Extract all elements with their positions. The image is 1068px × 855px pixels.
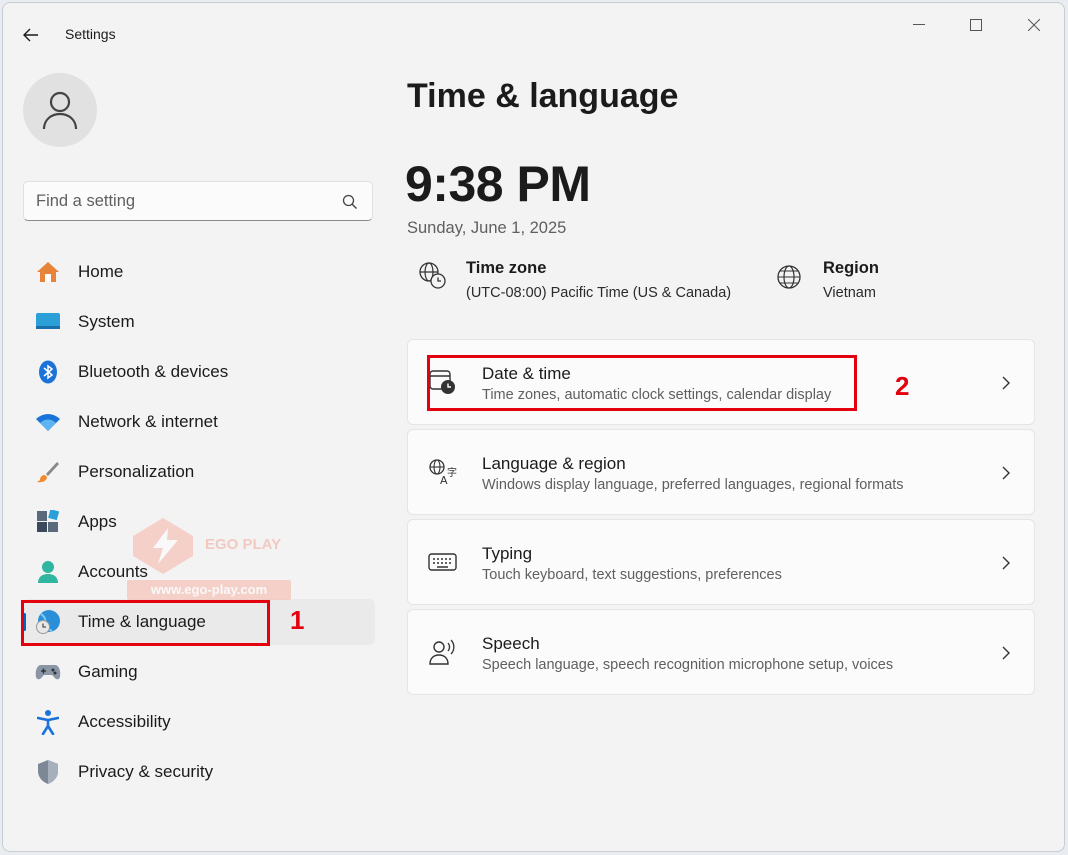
- svg-text:字: 字: [447, 466, 457, 479]
- home-icon: [35, 260, 61, 284]
- title-bar: Settings: [3, 3, 1064, 51]
- sidebar-item-gaming[interactable]: Gaming: [23, 649, 375, 695]
- watermark-logo-icon: [133, 518, 193, 574]
- chevron-right-icon: [1002, 376, 1010, 390]
- globe-clock-icon: [419, 262, 446, 289]
- speech-icon: [429, 639, 455, 665]
- card-subtitle: Touch keyboard, text suggestions, prefer…: [482, 567, 782, 583]
- card-title: Speech: [482, 634, 540, 653]
- region-value: Vietnam: [823, 285, 876, 301]
- watermark-brand: EGO PLAY: [205, 536, 282, 553]
- sidebar-item-label: Personalization: [78, 462, 195, 481]
- chevron-right-icon: [1002, 646, 1010, 660]
- accessibility-icon: [35, 710, 61, 735]
- maximize-icon: [970, 19, 982, 31]
- gamepad-icon: [35, 660, 61, 684]
- language-icon: A 字: [429, 459, 457, 486]
- sidebar-item-accessibility[interactable]: Accessibility: [23, 699, 375, 745]
- annotation-step1: 1: [290, 605, 305, 635]
- sidebar-item-label: Network & internet: [78, 412, 218, 431]
- avatar[interactable]: [23, 73, 97, 147]
- back-arrow-icon: [23, 28, 38, 42]
- search-box[interactable]: [23, 181, 373, 221]
- minimize-icon: [913, 24, 925, 25]
- user-icon: [42, 91, 78, 130]
- time-zone-value: (UTC-08:00) Pacific Time (US & Canada): [466, 285, 732, 301]
- search-icon[interactable]: [342, 194, 358, 210]
- time-zone-title: Time zone: [466, 259, 547, 277]
- sidebar-item-label: Privacy & security: [78, 762, 214, 781]
- close-icon: [1028, 19, 1040, 31]
- globe-icon: [777, 265, 801, 289]
- sidebar-item-bluetooth[interactable]: Bluetooth & devices: [23, 349, 375, 395]
- app-title: Settings: [65, 26, 116, 42]
- apps-icon: [35, 510, 61, 534]
- shield-icon: [35, 760, 61, 784]
- annotation-step2: 2: [895, 371, 910, 401]
- card-speech[interactable]: Speech Speech language, speech recogniti…: [407, 609, 1035, 695]
- sidebar-item-label: Accessibility: [78, 712, 171, 731]
- chevron-right-icon: [1002, 556, 1010, 570]
- sidebar-item-home[interactable]: Home: [23, 249, 375, 295]
- card-typing[interactable]: Typing Touch keyboard, text suggestions,…: [407, 519, 1035, 605]
- wifi-icon: [35, 410, 61, 434]
- sidebar-item-system[interactable]: System: [23, 299, 375, 345]
- search-input[interactable]: [36, 190, 336, 212]
- system-icon: [35, 310, 61, 334]
- chevron-right-icon: [1002, 466, 1010, 480]
- bluetooth-icon: [35, 360, 61, 384]
- brush-icon: [35, 460, 61, 484]
- sidebar-item-label: Home: [78, 262, 124, 281]
- watermark: EGO PLAY www.ego-play.com: [123, 516, 293, 600]
- sidebar-item-label: Bluetooth & devices: [78, 362, 229, 381]
- region-title: Region: [823, 259, 879, 277]
- minimize-button[interactable]: [896, 9, 942, 41]
- close-button[interactable]: [1011, 9, 1057, 41]
- highlight-box-step2: [427, 355, 857, 411]
- card-title: Typing: [482, 544, 533, 563]
- current-date: Sunday, June 1, 2025: [407, 219, 567, 237]
- sidebar-item-privacy[interactable]: Privacy & security: [23, 749, 375, 795]
- settings-window: Settings Home: [2, 2, 1065, 852]
- card-subtitle: Windows display language, preferred lang…: [482, 477, 904, 493]
- maximize-button[interactable]: [953, 9, 999, 41]
- highlight-box-step1: [21, 600, 270, 646]
- page-title: Time & language: [407, 77, 679, 115]
- keyboard-icon: [428, 553, 457, 571]
- watermark-url: www.ego-play.com: [127, 580, 291, 600]
- current-time: 9:38 PM: [405, 156, 591, 212]
- card-title: Language & region: [482, 454, 626, 473]
- sidebar-item-label: Gaming: [78, 662, 138, 681]
- accounts-icon: [35, 560, 61, 584]
- card-subtitle: Speech language, speech recognition micr…: [482, 657, 894, 673]
- sidebar-item-personalization[interactable]: Personalization: [23, 449, 375, 495]
- sidebar-item-label: System: [78, 312, 135, 331]
- sidebar-item-network[interactable]: Network & internet: [23, 399, 375, 445]
- card-language-region[interactable]: A 字 Language & region Windows display la…: [407, 429, 1035, 515]
- back-button[interactable]: [17, 21, 45, 49]
- sidebar-item-label: Apps: [78, 512, 117, 531]
